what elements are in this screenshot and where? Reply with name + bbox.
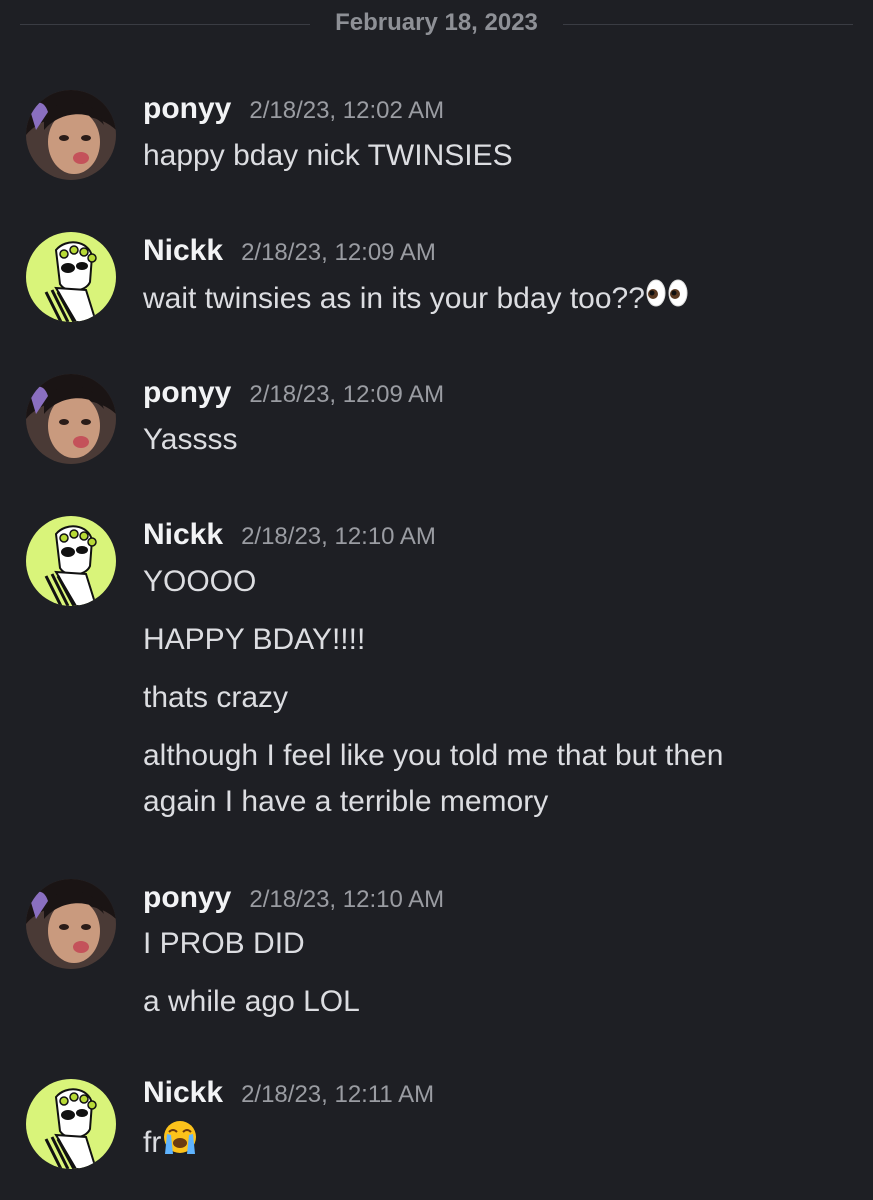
timestamp: 2/18/23, 12:02 AM (249, 97, 445, 124)
message-text: HAPPY BDAY!!!! (143, 623, 366, 656)
eyes-emoji-icon (645, 276, 689, 324)
message-text: although I feel like you told me that bu… (143, 739, 724, 772)
message-text: YOOOO (143, 565, 257, 598)
timestamp: 2/18/23, 12:11 AM (241, 1081, 435, 1108)
username[interactable]: Nickk 2/18/23, 12:11 AM (143, 1076, 434, 1110)
date-divider: February 18, 2023 (0, 0, 873, 48)
message-text: fr (143, 1118, 199, 1170)
message-text-content: fr (143, 1125, 162, 1159)
username[interactable]: ponyy 2/18/23, 12:09 AM (143, 376, 444, 410)
avatar-nickk[interactable] (26, 232, 116, 322)
divider-line-left (20, 24, 310, 25)
avatar-ponyy[interactable] (26, 374, 116, 464)
username[interactable]: ponyy 2/18/23, 12:10 AM (143, 881, 444, 915)
username[interactable]: Nickk 2/18/23, 12:10 AM (143, 518, 436, 552)
username-text[interactable]: Nickk (143, 1076, 223, 1109)
message-text: Yassss (143, 423, 238, 456)
avatar-nickk[interactable] (26, 1079, 116, 1169)
timestamp: 2/18/23, 12:09 AM (241, 239, 436, 266)
message-text: I PROB DID (143, 927, 305, 960)
message-text: thats crazy (143, 681, 289, 714)
avatar-ponyy[interactable] (26, 879, 116, 969)
username-text[interactable]: ponyy (143, 92, 231, 125)
username-text[interactable]: ponyy (143, 881, 231, 914)
username-text[interactable]: ponyy (143, 376, 231, 409)
message-text: happy bday nick TWINSIES (143, 139, 513, 172)
message-text-content: wait twinsies as in its your bday too?? (143, 282, 645, 315)
username[interactable]: ponyy 2/18/23, 12:02 AM (143, 92, 444, 126)
username[interactable]: Nickk 2/18/23, 12:09 AM (143, 234, 436, 268)
timestamp: 2/18/23, 12:09 AM (249, 381, 445, 408)
username-text[interactable]: Nickk (143, 518, 223, 551)
timestamp: 2/18/23, 12:10 AM (241, 523, 436, 550)
loudly-crying-emoji-icon (161, 1118, 199, 1170)
timestamp: 2/18/23, 12:10 AM (249, 886, 445, 913)
message-text: a while ago LOL (143, 985, 360, 1018)
avatar-nickk[interactable] (26, 516, 116, 606)
message-text: again I have a terrible memory (143, 785, 549, 818)
date-divider-label: February 18, 2023 (335, 9, 538, 36)
username-text[interactable]: Nickk (143, 234, 223, 267)
message-text: wait twinsies as in its your bday too?? (143, 276, 689, 324)
divider-line-right (563, 24, 853, 25)
avatar-ponyy[interactable] (26, 90, 116, 180)
